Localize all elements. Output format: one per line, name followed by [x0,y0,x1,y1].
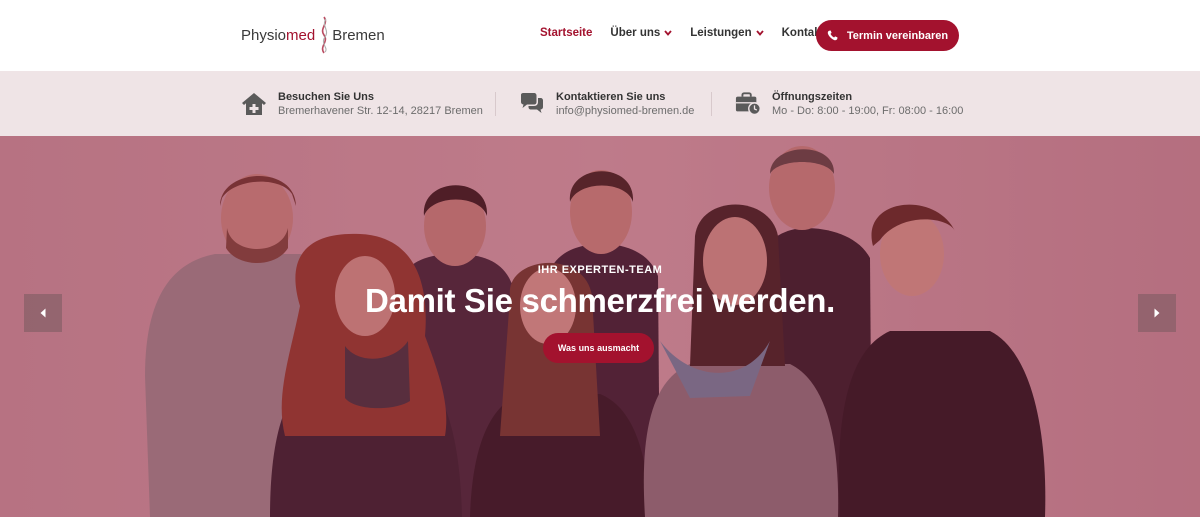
chat-bubbles-icon [521,92,543,113]
nav-label: Startseite [540,27,593,39]
hero-headline: Damit Sie schmerzfrei werden. [365,282,835,319]
briefcase-clock-icon [735,91,761,115]
info-hours-text: Mo - Do: 8:00 - 19:00, Fr: 08:00 - 16:00 [772,104,964,117]
chevron-down-icon [664,30,672,36]
divider [711,92,712,116]
logo[interactable]: Physio med Bremen [241,16,385,54]
hero-slider: IHR EXPERTEN-TEAM Damit Sie schmerzfrei … [0,136,1200,517]
info-address: Besuchen Sie Uns Bremerhavener Str. 12-1… [241,71,483,136]
phone-icon [827,30,838,41]
hero-overlay [0,136,1200,517]
nav-item-ueber-uns[interactable]: Über uns [610,27,672,39]
chevron-right-icon [1154,308,1160,318]
house-plus-icon [242,92,266,115]
info-hours: Öffnungszeiten Mo - Do: 8:00 - 19:00, Fr… [735,71,963,136]
info-contact-email[interactable]: info@physiomed-bremen.de [556,104,694,118]
main-nav: Startseite Über uns Leistungen Kontakt [540,27,842,39]
logo-text-med: med [286,26,316,44]
nav-label: Über uns [610,27,661,39]
hero-kicker: IHR EXPERTEN-TEAM [537,264,663,276]
nav-item-startseite[interactable]: Startseite [540,27,592,39]
logo-text-bremen: Bremen [332,26,385,44]
appointment-button-label: Termin vereinbaren [846,29,949,42]
site-header: Physio med Bremen Startseite Über uns Lei… [0,0,1200,71]
info-contact: Kontaktieren Sie uns info@physiomed-brem… [519,71,694,136]
nav-item-leistungen[interactable]: Leistungen [690,27,764,39]
info-hours-title: Öffnungszeiten [772,90,853,103]
chevron-down-icon [755,30,764,36]
logo-swirl-icon [322,16,328,54]
info-contact-title: Kontaktieren Sie uns [556,90,666,103]
divider [495,92,496,116]
logo-text-physio: Physio [241,26,287,44]
nav-label: Leistungen [690,27,752,39]
slider-prev-button[interactable] [24,294,62,332]
info-address-text: Bremerhavener Str. 12-14, 28217 Bremen [278,104,483,117]
slider-next-button[interactable] [1138,294,1176,332]
appointment-button[interactable]: Termin vereinbaren [816,20,959,51]
info-bar: Besuchen Sie Uns Bremerhavener Str. 12-1… [0,71,1200,136]
chevron-left-icon [40,308,46,318]
info-address-title: Besuchen Sie Uns [278,90,374,103]
hero-cta-button[interactable]: Was uns ausmacht [543,333,654,363]
